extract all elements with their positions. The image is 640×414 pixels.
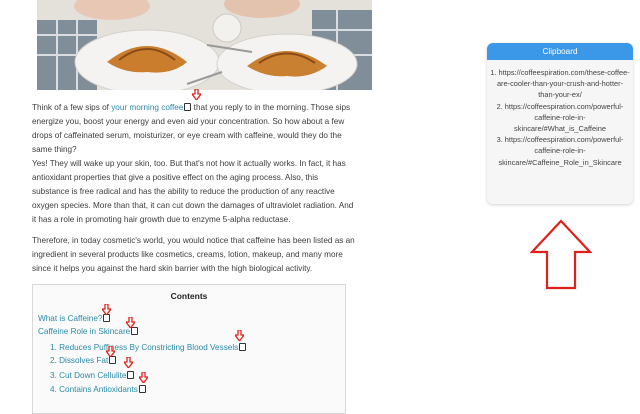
croissant-table-image (37, 0, 372, 90)
clipboard-title: Clipboard (487, 43, 633, 60)
clipboard-entry[interactable]: 2. https://coffeespiration.com/powerful-… (490, 101, 630, 135)
arrow-down-icon (124, 357, 133, 368)
arrow-down-icon (235, 330, 244, 341)
toc-item-label: What is Caffeine? (38, 314, 103, 323)
clipboard-panel: Clipboard 1. https://coffeespiration.com… (487, 43, 633, 204)
copy-icon[interactable] (127, 370, 135, 379)
toc-item-what-is-caffeine[interactable]: What is Caffeine? (38, 313, 111, 323)
copy-icon[interactable] (103, 313, 111, 322)
toc-item-label: Caffeine Role in Skincare (38, 327, 131, 336)
toc-item-contains-antioxidants[interactable]: 4. Contains Antioxidants (50, 384, 146, 394)
paragraph-intro: Think of a few sips of your morning coff… (32, 101, 357, 157)
paragraph-text: Think of a few sips of (32, 103, 112, 112)
paragraph-cosmetics: Therefore, in today cosmetic's world, yo… (32, 236, 355, 273)
copy-icon[interactable] (138, 384, 146, 393)
copy-icon[interactable] (184, 102, 192, 111)
arrow-down-icon (192, 89, 201, 100)
clipboard-list: 1. https://coffeespiration.com/these-cof… (487, 60, 633, 168)
clipboard-entry[interactable]: 3. https://coffeespiration.com/powerful-… (490, 134, 630, 168)
clipboard-entry[interactable]: 1. https://coffeespiration.com/these-cof… (490, 67, 630, 101)
arrow-down-icon (139, 372, 148, 383)
toc-item-label: 3. Cut Down Cellulite (50, 371, 127, 380)
hero-photo (37, 0, 372, 90)
toc-title: Contents (170, 291, 208, 301)
copy-icon[interactable] (109, 355, 117, 364)
arrow-down-icon (106, 346, 115, 357)
toc-item-cut-down-cellulite[interactable]: 3. Cut Down Cellulite (50, 370, 135, 380)
toc-item-label: 4. Contains Antioxidants (50, 385, 138, 394)
paragraph-skin: Yes! They will wake up your skin, too. B… (32, 159, 354, 224)
toc-item-dissolves-fat[interactable]: 2. Dissolves Fat (50, 355, 117, 365)
copy-icon[interactable] (131, 326, 139, 335)
toc-item-label: 2. Dissolves Fat (50, 356, 109, 365)
toc-item-reduces-puffiness[interactable]: 1. Reduces Puffiness By Constricting Blo… (50, 342, 247, 352)
toc-item-caffeine-role[interactable]: Caffeine Role in Skincare (38, 326, 139, 336)
copy-icon[interactable] (239, 342, 247, 351)
arrow-down-icon (102, 304, 111, 315)
arrow-up-icon (530, 219, 592, 290)
table-of-contents: Contents What is Caffeine? Caffeine Role… (32, 284, 346, 414)
arrow-down-icon (126, 317, 135, 328)
toc-item-label: 1. Reduces Puffiness By Constricting Blo… (50, 343, 239, 352)
morning-coffee-link[interactable]: your morning coffee (111, 103, 183, 112)
